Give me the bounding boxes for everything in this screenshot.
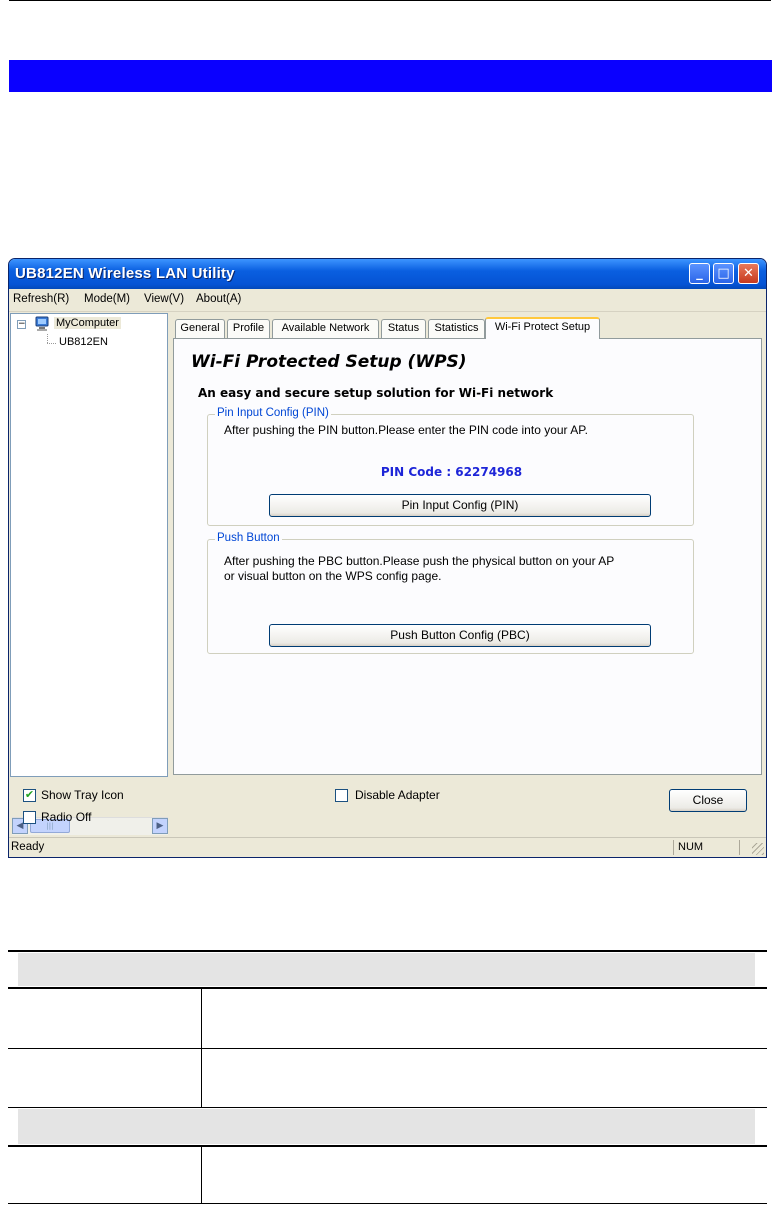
wps-panel: Wi-Fi Protected Setup (WPS) An easy and … bbox=[173, 338, 762, 775]
description-table bbox=[8, 950, 767, 1204]
wps-subtitle: An easy and secure setup solution for Wi… bbox=[198, 386, 554, 400]
window-title: UB812EN Wireless LAN Utility bbox=[15, 265, 235, 282]
show-tray-icon-checkbox[interactable]: ✔ bbox=[23, 789, 36, 802]
table-section-header-1 bbox=[18, 953, 755, 986]
menu-bar: Refresh(R) Mode(M) View(V) About(A) bbox=[9, 289, 766, 312]
tree-item-adapter[interactable]: UB812EN bbox=[59, 336, 108, 348]
page-top-rule bbox=[9, 0, 771, 1]
close-window-button[interactable]: ✕ bbox=[738, 263, 759, 284]
pin-instructions: After pushing the PIN button.Please ente… bbox=[224, 423, 589, 437]
menu-refresh[interactable]: Refresh(R) bbox=[13, 293, 69, 305]
tab-profile[interactable]: Profile bbox=[227, 319, 270, 338]
status-bar: Ready NUM bbox=[9, 837, 766, 857]
menu-about[interactable]: About(A) bbox=[196, 293, 241, 305]
tree-collapse-icon[interactable]: − bbox=[17, 320, 26, 329]
wps-title: Wi-Fi Protected Setup (WPS) bbox=[191, 352, 467, 372]
pbc-group-legend: Push Button bbox=[215, 532, 282, 544]
scroll-right-icon[interactable]: ▶ bbox=[152, 818, 168, 834]
radio-off-label: Radio Off bbox=[41, 810, 92, 824]
maximize-button[interactable]: □ bbox=[713, 263, 734, 284]
pbc-group: Push Button After pushing the PBC button… bbox=[207, 532, 694, 654]
show-tray-icon-label: Show Tray Icon bbox=[41, 788, 124, 802]
minimize-button[interactable]: _ bbox=[689, 263, 710, 284]
pbc-instructions-line1: After pushing the PBC button.Please push… bbox=[224, 554, 615, 568]
disable-adapter-checkbox[interactable] bbox=[335, 789, 348, 802]
section-banner bbox=[9, 60, 772, 92]
tree-item-mycomputer[interactable]: MyComputer bbox=[54, 317, 121, 329]
close-button[interactable]: Close bbox=[669, 789, 747, 812]
table-section-header-2 bbox=[18, 1109, 755, 1144]
tab-general[interactable]: General bbox=[175, 319, 225, 338]
radio-off-checkbox[interactable] bbox=[23, 811, 36, 824]
num-lock-indicator: NUM bbox=[673, 840, 738, 855]
computer-icon bbox=[35, 316, 49, 331]
tab-statistics[interactable]: Statistics bbox=[428, 319, 485, 338]
pin-code-value: PIN Code : 62274968 bbox=[380, 465, 523, 479]
tab-available-network[interactable]: Available Network bbox=[272, 319, 379, 338]
tab-wifi-protect-setup[interactable]: Wi-Fi Protect Setup bbox=[485, 317, 600, 339]
menu-mode[interactable]: Mode(M) bbox=[84, 293, 130, 305]
tab-status[interactable]: Status bbox=[381, 319, 426, 338]
utility-window: UB812EN Wireless LAN Utility _ □ ✕ Refre… bbox=[8, 258, 767, 858]
device-tree: − MyComputer UB812EN ◀ ||| ▶ bbox=[10, 313, 168, 835]
disable-adapter-label: Disable Adapter bbox=[355, 788, 440, 802]
status-text: Ready bbox=[11, 841, 45, 853]
resize-grip-icon[interactable] bbox=[752, 843, 764, 855]
pbc-config-button[interactable]: Push Button Config (PBC) bbox=[269, 624, 651, 647]
pin-config-button[interactable]: Pin Input Config (PIN) bbox=[269, 494, 651, 517]
title-bar[interactable]: UB812EN Wireless LAN Utility _ □ ✕ bbox=[9, 259, 766, 289]
pin-group-legend: Pin Input Config (PIN) bbox=[215, 407, 331, 419]
pbc-instructions-line2: or visual button on the WPS config page. bbox=[224, 569, 442, 583]
pin-group: Pin Input Config (PIN) After pushing the… bbox=[207, 407, 694, 526]
menu-view[interactable]: View(V) bbox=[144, 293, 184, 305]
